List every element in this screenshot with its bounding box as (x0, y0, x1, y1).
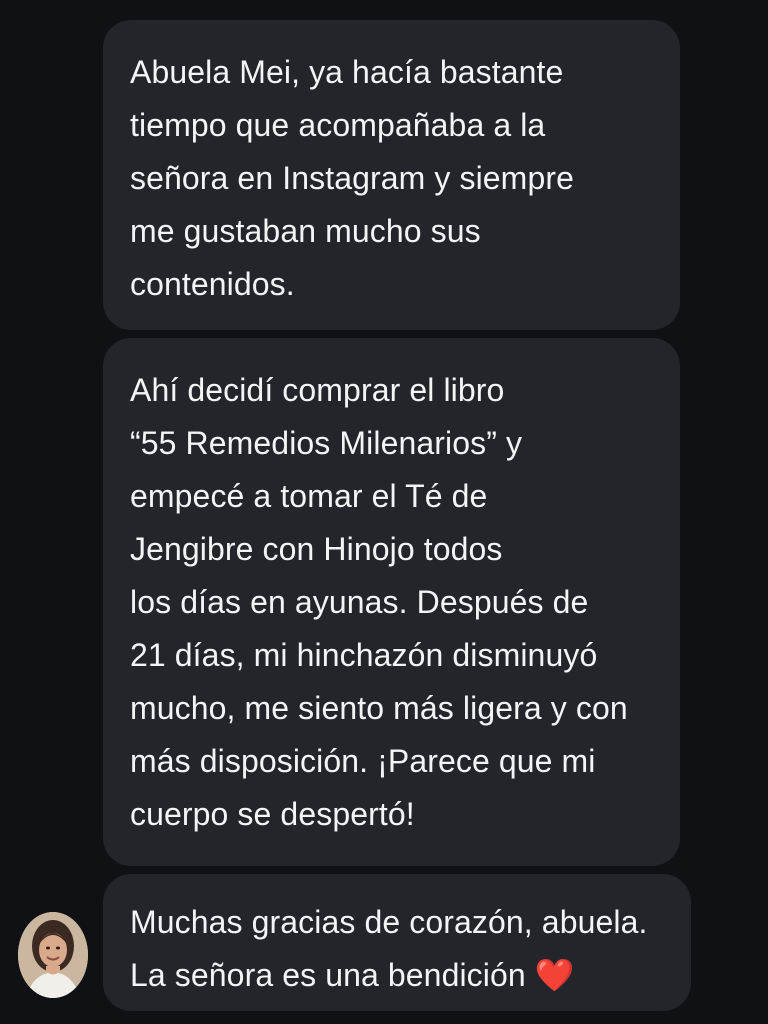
chat-thread: Abuela Mei, ya hacía bastante tiempo que… (0, 0, 768, 1024)
avatar[interactable] (18, 912, 88, 998)
message-bubble: Muchas gracias de corazón, abuela. La se… (103, 874, 691, 1011)
user-avatar-icon (18, 912, 88, 998)
message-bubble: Ahí decidí comprar el libro “55 Remedios… (103, 338, 680, 866)
message-bubble: Abuela Mei, ya hacía bastante tiempo que… (103, 20, 680, 330)
